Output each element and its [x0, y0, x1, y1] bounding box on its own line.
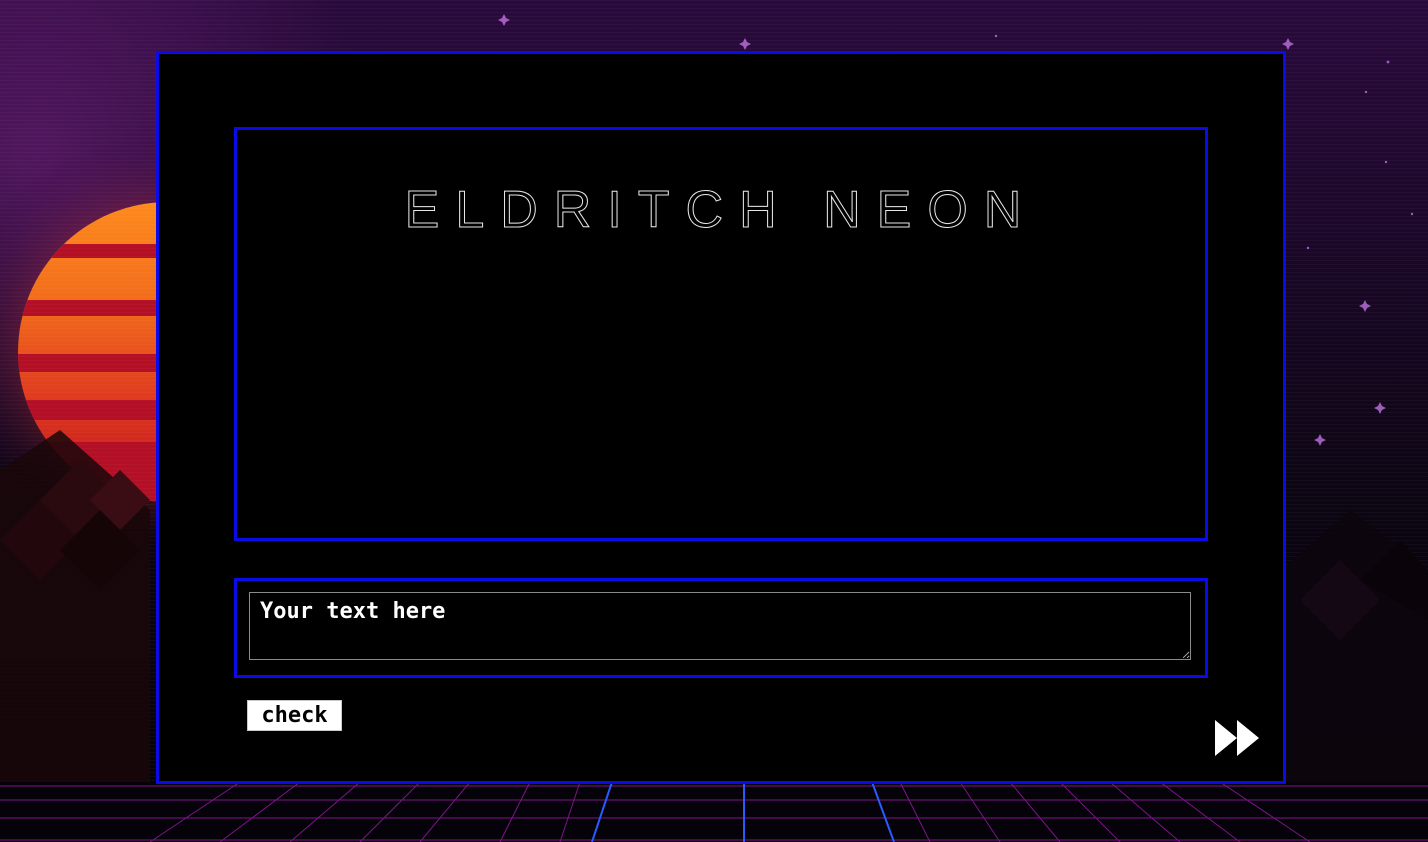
story-screen: ELDRITCH NEON [234, 127, 1208, 541]
check-button[interactable]: check [247, 700, 342, 731]
game-title: ELDRITCH NEON [404, 181, 1038, 240]
answer-input[interactable] [249, 592, 1191, 660]
skip-button[interactable] [1213, 718, 1263, 758]
input-frame [234, 578, 1208, 678]
fast-forward-icon [1215, 720, 1259, 756]
neon-grid-floor [0, 782, 1428, 842]
